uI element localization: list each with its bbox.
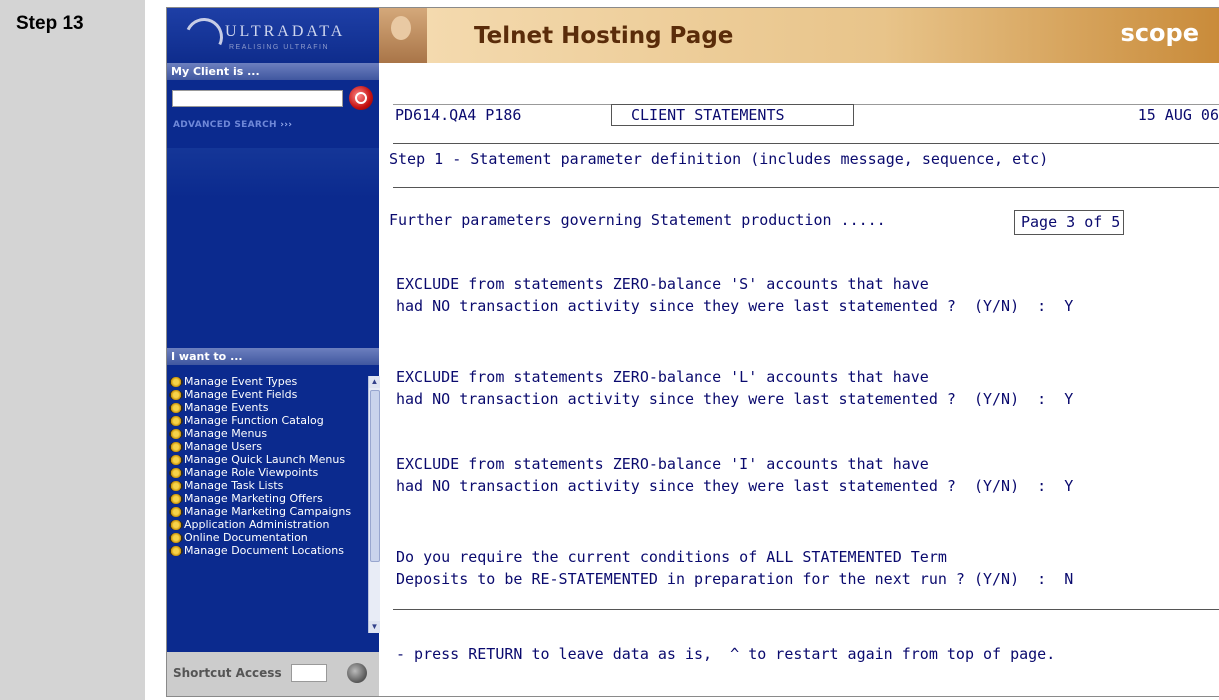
separator	[393, 609, 1219, 610]
menu-item-document-locations[interactable]: Manage Document Locations	[167, 545, 366, 557]
sidebar: ULTRADATA REALISING ULTRAFIN My Client i…	[167, 8, 380, 696]
separator	[393, 143, 1219, 144]
menu-item-event-fields[interactable]: Manage Event Fields	[167, 389, 366, 401]
step-label: Step 13	[16, 13, 84, 34]
page-indicator: Page 3 of 5	[1014, 210, 1124, 235]
screen-title: CLIENT STATEMENTS	[631, 106, 785, 124]
question-s-line1: EXCLUDE from statements ZERO-balance 'S'…	[396, 275, 929, 293]
menu-item-function-catalog[interactable]: Manage Function Catalog	[167, 415, 366, 427]
task-arrow-icon	[169, 442, 183, 452]
task-arrow-icon	[169, 416, 183, 426]
menu-item-event-types[interactable]: Manage Event Types	[167, 376, 366, 388]
question-l-line1: EXCLUDE from statements ZERO-balance 'L'…	[396, 368, 929, 386]
menu-item-users[interactable]: Manage Users	[167, 441, 366, 453]
question-term-deposits-line1: Do you require the current conditions of…	[396, 548, 947, 566]
further-parameters-line: Further parameters governing Statement p…	[389, 211, 886, 229]
logo-tagline: REALISING ULTRAFIN	[229, 44, 329, 51]
menu-item-marketing-campaigns[interactable]: Manage Marketing Campaigns	[167, 506, 366, 518]
menu-item-online-documentation[interactable]: Online Documentation	[167, 532, 366, 544]
menu-item-menus[interactable]: Manage Menus	[167, 428, 366, 440]
task-arrow-icon	[169, 455, 183, 465]
logo-swoosh-icon	[179, 12, 229, 62]
page-title: Telnet Hosting Page	[474, 23, 734, 49]
menu-item-quick-launch-menus[interactable]: Manage Quick Launch Menus	[167, 454, 366, 466]
shortcut-access-bar: Shortcut Access	[167, 652, 379, 696]
advanced-search-link[interactable]: ADVANCED SEARCH ›››	[173, 120, 292, 130]
task-arrow-icon	[169, 429, 183, 439]
question-i-line2: had NO transaction activity since they w…	[396, 477, 1074, 495]
question-i-line1: EXCLUDE from statements ZERO-balance 'I'…	[396, 455, 929, 473]
ultradata-logo: ULTRADATA REALISING ULTRAFIN	[167, 8, 379, 63]
menu-item-marketing-offers[interactable]: Manage Marketing Offers	[167, 493, 366, 505]
question-s-line2: had NO transaction activity since they w…	[396, 297, 1074, 315]
task-arrow-icon	[169, 403, 183, 413]
question-l-line2: had NO transaction activity since they w…	[396, 390, 1074, 408]
screenshot-frame: ULTRADATA REALISING ULTRAFIN My Client i…	[166, 7, 1219, 697]
task-arrow-icon	[169, 494, 183, 504]
search-icon[interactable]	[349, 86, 373, 110]
header-person-image	[379, 8, 427, 63]
menu-item-events[interactable]: Manage Events	[167, 402, 366, 414]
task-arrow-icon	[169, 533, 183, 543]
sidebar-decoration	[167, 148, 379, 198]
task-arrow-icon	[169, 546, 183, 556]
logo-text: ULTRADATA	[225, 23, 346, 40]
page-header: Telnet Hosting Page scope	[379, 8, 1219, 63]
iwant-section-title: I want to ...	[167, 348, 379, 365]
shortcut-access-label: Shortcut Access	[173, 666, 282, 680]
shortcut-access-input[interactable]	[291, 664, 327, 682]
task-menu-list: Manage Event Types Manage Event Fields M…	[167, 376, 366, 636]
separator	[393, 187, 1219, 188]
task-arrow-icon	[169, 468, 183, 478]
telnet-terminal[interactable]: PD614.QA4 P186 CLIENT STATEMENTS 15 AUG …	[379, 63, 1219, 696]
menu-item-role-viewpoints[interactable]: Manage Role Viewpoints	[167, 467, 366, 479]
footer-instruction: - press RETURN to leave data as is, ^ to…	[396, 645, 1056, 663]
client-search-input[interactable]	[172, 90, 343, 107]
screen-date: 15 AUG 06	[1137, 106, 1219, 124]
task-arrow-icon	[169, 377, 183, 387]
program-id: PD614.QA4 P186	[395, 106, 522, 124]
step-line: Step 1 - Statement parameter definition …	[389, 150, 1049, 168]
shortcut-go-icon[interactable]	[347, 663, 367, 683]
task-arrow-icon	[169, 390, 183, 400]
menu-item-task-lists[interactable]: Manage Task Lists	[167, 480, 366, 492]
client-section-title: My Client is ...	[167, 63, 379, 80]
task-arrow-icon	[169, 481, 183, 491]
question-term-deposits-line2: Deposits to be RE-STATEMENTED in prepara…	[396, 570, 1074, 588]
menu-item-application-administration[interactable]: Application Administration	[167, 519, 366, 531]
scope-logo: scope	[1120, 19, 1199, 47]
task-arrow-icon	[169, 520, 183, 530]
task-arrow-icon	[169, 507, 183, 517]
step-column: Step 13	[0, 0, 145, 700]
